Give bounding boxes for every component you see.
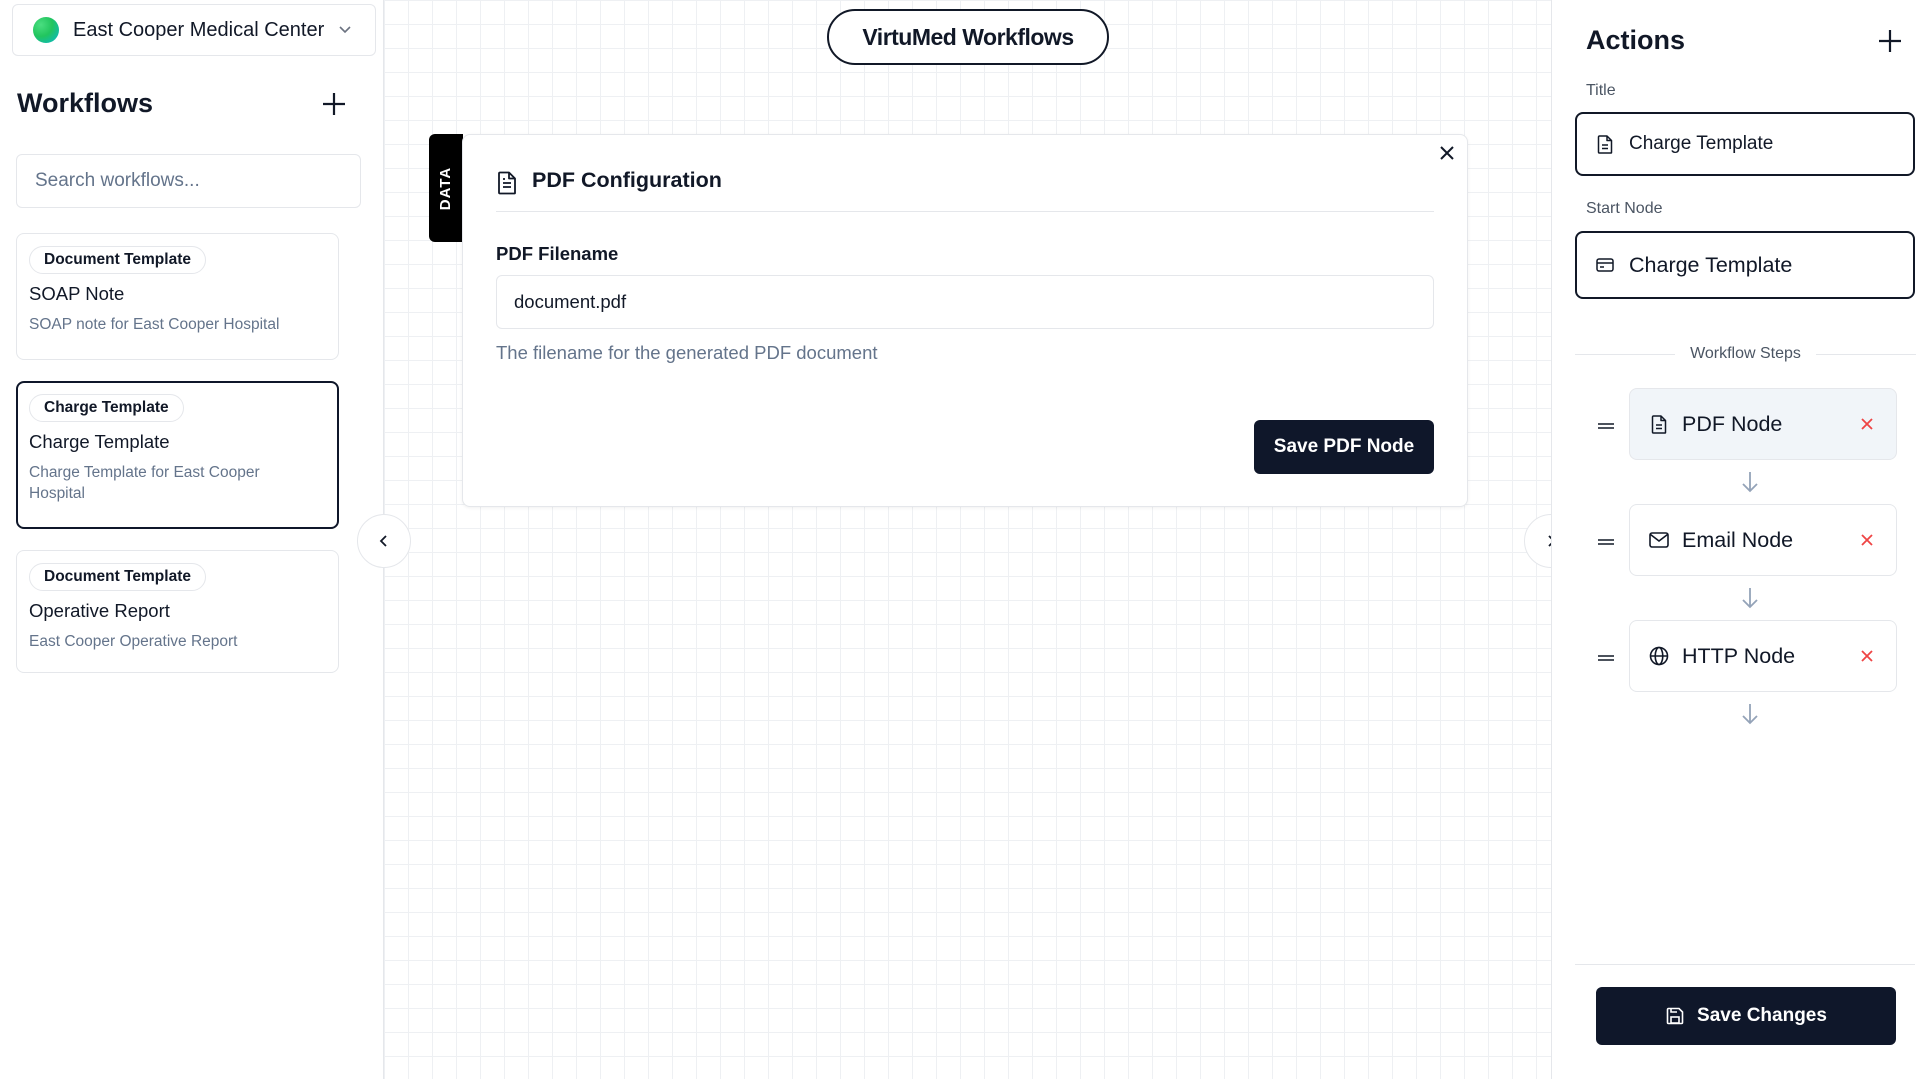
workflow-card-operative-report[interactable]: Document Template Operative Report East … <box>16 550 339 673</box>
close-icon <box>1861 534 1873 546</box>
save-changes-label: Save Changes <box>1697 1005 1827 1026</box>
arrow-down-icon <box>1736 468 1764 496</box>
arrow-down-icon <box>1736 700 1764 728</box>
workflow-step-http-node[interactable]: HTTP Node <box>1629 620 1897 692</box>
title-label: Title <box>1586 82 1616 99</box>
workflow-description: SOAP note for East Cooper Hospital <box>29 316 280 333</box>
close-icon <box>1861 418 1873 430</box>
caret-down-icon <box>338 23 352 37</box>
workflow-type-badge: Document Template <box>29 246 206 274</box>
add-workflow-button[interactable] <box>318 88 350 120</box>
start-node-field[interactable]: Charge Template <box>1575 231 1915 299</box>
workflow-step-pdf-node[interactable]: PDF Node <box>1629 388 1897 460</box>
workflow-card-soap-note[interactable]: Document Template SOAP Note SOAP note fo… <box>16 233 339 360</box>
pdf-filename-help-text: The filename for the generated PDF docum… <box>496 342 878 363</box>
workflow-type-badge: Document Template <box>29 563 206 591</box>
title-field[interactable]: Charge Template <box>1575 112 1915 176</box>
arrow-down-icon <box>1736 584 1764 612</box>
divider <box>1575 964 1915 965</box>
workflow-title: Operative Report <box>29 600 170 621</box>
app-title: VirtuMed Workflows <box>827 9 1109 65</box>
pdf-filename-label: PDF Filename <box>496 243 619 264</box>
divider <box>1575 354 1675 355</box>
workflow-step-email-node[interactable]: Email Node <box>1629 504 1897 576</box>
close-icon <box>1861 650 1873 662</box>
save-changes-button[interactable]: Save Changes <box>1596 987 1896 1045</box>
card-icon <box>1595 255 1615 275</box>
globe-icon <box>1648 645 1670 667</box>
start-node-value: Charge Template <box>1629 252 1793 277</box>
chevron-left-icon <box>379 535 387 547</box>
plus-icon <box>1879 30 1901 52</box>
file-text-icon <box>1595 134 1615 154</box>
file-text-icon <box>1648 413 1670 435</box>
collapse-left-sidebar-button[interactable] <box>357 514 411 568</box>
actions-heading: Actions <box>1586 25 1686 55</box>
add-action-button[interactable] <box>1874 25 1906 57</box>
divider <box>1816 354 1916 355</box>
close-panel-button[interactable] <box>1433 139 1461 167</box>
workflow-title: SOAP Note <box>29 283 125 304</box>
save-pdf-node-button[interactable]: Save PDF Node <box>1254 420 1434 474</box>
save-icon <box>1665 1006 1685 1026</box>
step-label: PDF Node <box>1682 411 1783 436</box>
workflow-description: East Cooper Operative Report <box>29 633 238 650</box>
workflow-description: Charge Template for East Cooper Hospital <box>29 464 260 502</box>
workflow-steps-label: Workflow Steps <box>1690 345 1801 362</box>
drag-handle-icon[interactable] <box>1596 532 1616 552</box>
pdf-panel-header: PDF Configuration <box>496 168 1434 212</box>
drag-handle-icon[interactable] <box>1596 416 1616 436</box>
workflow-title: Charge Template <box>29 431 170 452</box>
start-node-label: Start Node <box>1586 200 1663 217</box>
pdf-panel-title: PDF Configuration <box>532 168 722 192</box>
title-value: Charge Template <box>1629 133 1774 154</box>
org-logo <box>33 17 59 43</box>
step-label: Email Node <box>1682 527 1794 552</box>
step-label: HTTP Node <box>1682 643 1796 668</box>
remove-step-button[interactable] <box>1856 529 1878 551</box>
workflows-heading: Workflows <box>17 88 154 118</box>
file-text-icon <box>496 171 520 195</box>
org-name: East Cooper Medical Center <box>73 18 325 41</box>
drag-handle-icon[interactable] <box>1596 648 1616 668</box>
data-tab[interactable]: DATA <box>429 134 463 242</box>
remove-step-button[interactable] <box>1856 645 1878 667</box>
pdf-filename-input[interactable] <box>496 275 1434 329</box>
workflow-type-badge: Charge Template <box>29 394 184 422</box>
search-workflows-input[interactable] <box>16 154 361 208</box>
plus-icon <box>323 93 345 115</box>
mail-icon <box>1648 529 1670 551</box>
remove-step-button[interactable] <box>1856 413 1878 435</box>
org-switcher[interactable]: East Cooper Medical Center <box>12 4 376 56</box>
workflow-card-charge-template[interactable]: Charge Template Charge Template Charge T… <box>16 381 339 529</box>
close-icon <box>1440 146 1454 160</box>
data-tab-label: DATA <box>437 166 455 210</box>
